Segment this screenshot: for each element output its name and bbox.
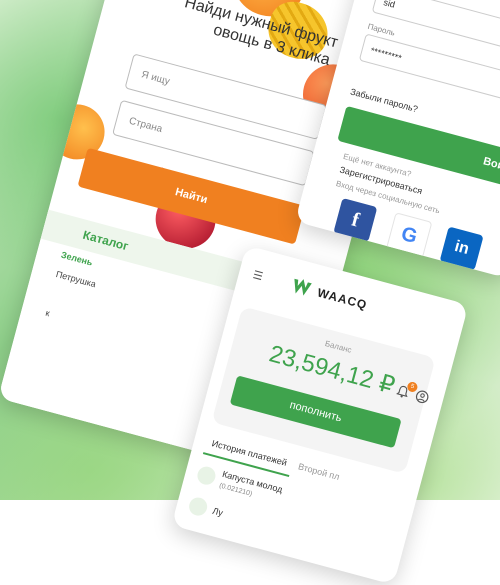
menu-icon[interactable]: ☰ (251, 268, 264, 283)
onion-icon (187, 495, 210, 518)
logo-mark-icon (290, 277, 316, 300)
logo: WAACQ (290, 277, 369, 314)
catalog-item-label: к (44, 307, 51, 319)
logo-text: WAACQ (315, 285, 369, 313)
cabbage-icon (195, 464, 218, 487)
list-item-title: Лу (211, 505, 225, 518)
